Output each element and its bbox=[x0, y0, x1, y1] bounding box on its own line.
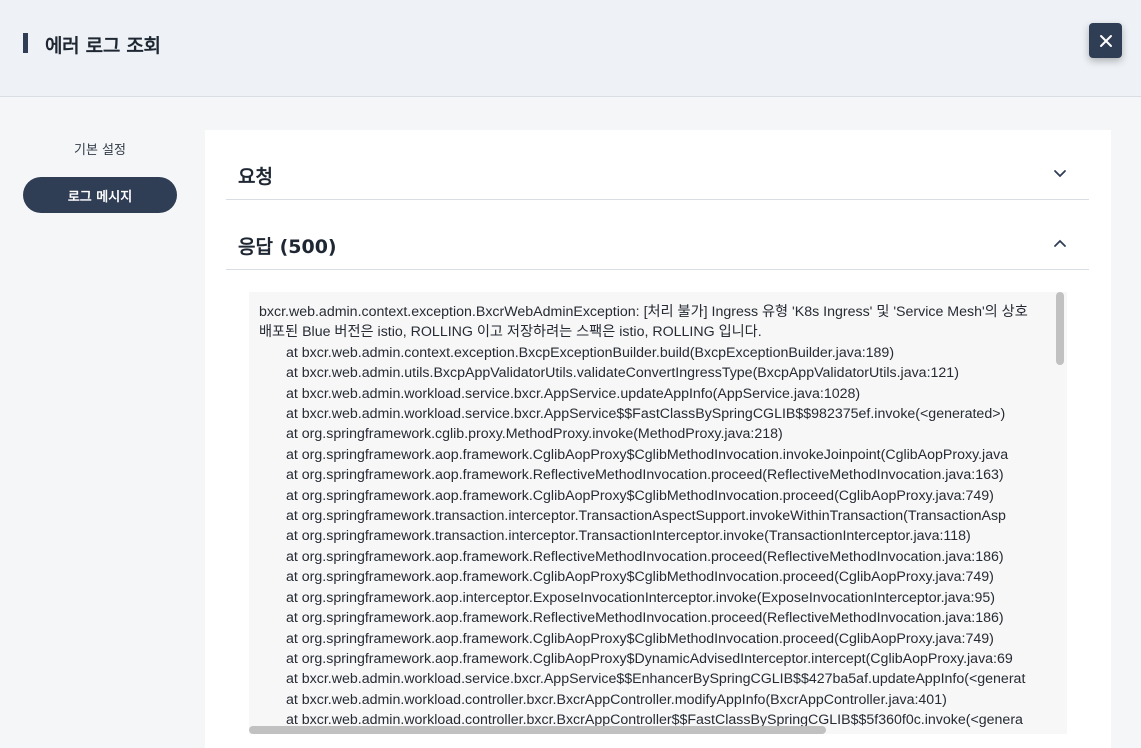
log-line: at org.springframework.aop.framework.Ref… bbox=[286, 610, 1004, 627]
log-line: at org.springframework.aop.framework.Cgl… bbox=[286, 487, 994, 504]
sidebar: 기본 설정 로그 메시지 bbox=[0, 97, 200, 748]
log-line: at bxcr.web.admin.workload.service.bxcr.… bbox=[286, 406, 1006, 423]
log-line: at org.springframework.cglib.proxy.Metho… bbox=[286, 426, 783, 443]
log-line: at bxcr.web.admin.workload.controller.bx… bbox=[286, 691, 947, 708]
response-section-title: 응답 (500) bbox=[238, 236, 337, 258]
log-line: at bxcr.web.admin.context.exception.Bxcp… bbox=[286, 344, 895, 361]
vertical-scrollbar[interactable] bbox=[1056, 292, 1064, 365]
log-line: at org.springframework.transaction.inter… bbox=[286, 508, 1006, 525]
request-section-header[interactable]: 요청 bbox=[226, 130, 1089, 200]
log-line: at bxcr.web.admin.utils.BxcpAppValidator… bbox=[286, 365, 959, 382]
log-line: at org.springframework.aop.interceptor.E… bbox=[286, 589, 995, 606]
log-line: at org.springframework.aop.framework.Cgl… bbox=[286, 650, 1013, 667]
log-line: at org.springframework.aop.framework.Ref… bbox=[286, 548, 1004, 565]
log-line: at bxcr.web.admin.workload.service.bxcr.… bbox=[286, 385, 861, 402]
page-title: 에러 로그 조회 bbox=[45, 35, 161, 57]
close-icon bbox=[1099, 34, 1112, 47]
title-accent-bar bbox=[23, 33, 28, 53]
close-button[interactable] bbox=[1089, 23, 1122, 58]
sidebar-item-basic-settings[interactable]: 기본 설정 bbox=[23, 130, 177, 166]
sidebar-item-log-message[interactable]: 로그 메시지 bbox=[23, 177, 177, 213]
content-panel: 요청 응답 (500) bxcr.web.admin.context.excep… bbox=[205, 130, 1111, 748]
response-section-header[interactable]: 응답 (500) bbox=[226, 200, 1089, 270]
modal-header: 에러 로그 조회 bbox=[0, 0, 1141, 97]
chevron-down-icon bbox=[1054, 170, 1066, 178]
request-section-title: 요청 bbox=[238, 166, 273, 188]
log-line: 배포된 Blue 버전은 istio, ROLLING 이고 저장하려는 스팩은… bbox=[259, 324, 762, 341]
horizontal-scrollbar[interactable] bbox=[249, 726, 826, 734]
log-line: at org.springframework.transaction.inter… bbox=[286, 528, 971, 545]
log-line: at org.springframework.aop.framework.Cgl… bbox=[286, 569, 994, 586]
log-line: at bxcr.web.admin.workload.service.bxcr.… bbox=[286, 671, 1026, 688]
log-line: bxcr.web.admin.context.exception.BxcrWeb… bbox=[259, 304, 1028, 320]
log-line: at org.springframework.aop.framework.Cgl… bbox=[286, 446, 1009, 463]
chevron-up-icon bbox=[1054, 239, 1066, 247]
log-line: at org.springframework.aop.framework.Ref… bbox=[286, 467, 1004, 484]
log-text: bxcr.web.admin.context.exception.BxcrWeb… bbox=[259, 302, 1028, 731]
log-message-box[interactable]: bxcr.web.admin.context.exception.BxcrWeb… bbox=[249, 292, 1067, 734]
log-line: at org.springframework.aop.framework.Cgl… bbox=[286, 630, 994, 647]
